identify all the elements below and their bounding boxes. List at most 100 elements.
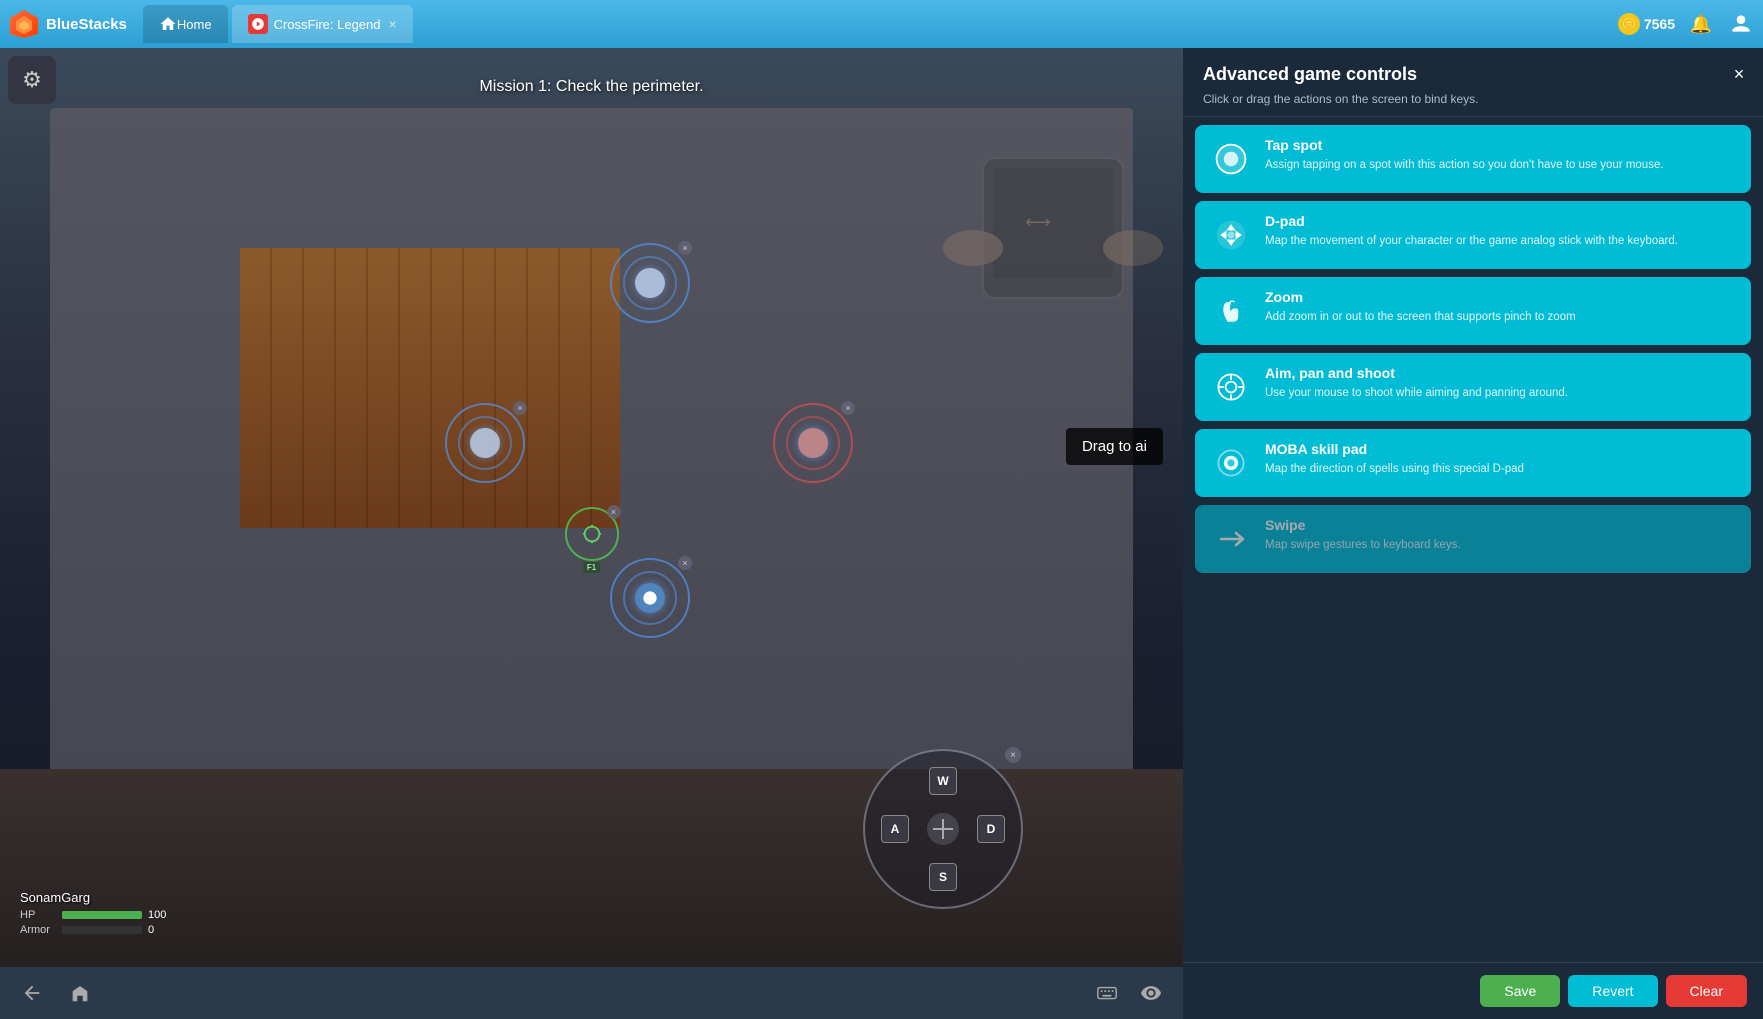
panel-actions: Save Revert Clear [1183,962,1763,1019]
tab-home[interactable]: Home [143,5,228,43]
header-right: 🪙 7565 🔔 [1618,10,1755,38]
hp-bar [62,911,142,919]
tab-crossfire[interactable]: CrossFire: Legend × [232,5,413,43]
dpad-desc: Map the movement of your character or th… [1265,233,1737,249]
control-card-moba[interactable]: MOBA skill pad Map the direction of spel… [1195,429,1751,497]
moba-skill-pad-icon [1209,441,1253,485]
aim-title: Aim, pan and shoot [1265,365,1737,381]
svg-text:⟷: ⟷ [1025,212,1051,232]
aim-pan-shoot-icon [1209,365,1253,409]
tab-crossfire-label: CrossFire: Legend [274,17,381,32]
phone-illustration: ⟷ [923,148,1183,308]
swipe-desc: Map swipe gestures to keyboard keys. [1265,537,1737,553]
controls-list: Tap spot Assign tapping on a spot with t… [1183,117,1763,962]
game-area: ⚙ Mission 1: Check the perimeter. ⟷ × [0,48,1183,1019]
aim-card-text: Aim, pan and shoot Use your mouse to sho… [1265,365,1737,401]
coin-display: 🪙 7565 [1618,13,1675,35]
tap-spot-title: Tap spot [1265,137,1737,153]
bottom-right-controls [1091,977,1167,1009]
container-lines [240,248,620,528]
crossfire-tab-icon [248,14,268,34]
panel-subtitle: Click or drag the actions on the screen … [1203,91,1743,108]
dpad-control[interactable]: × W A D S [863,749,1023,909]
tap-spot-right[interactable]: × [773,403,853,483]
dpad-card-text: D-pad Map the movement of your character… [1265,213,1737,249]
main-content: ⚙ Mission 1: Check the perimeter. ⟷ × [0,48,1763,1019]
bottom-bar [0,967,1183,1019]
moba-card-text: MOBA skill pad Map the direction of spel… [1265,441,1737,477]
control-card-zoom[interactable]: Zoom Add zoom in or out to the screen th… [1195,277,1751,345]
tap-spot-bottom[interactable]: × [610,558,690,638]
app-brand: BlueStacks [46,16,127,33]
zoom-desc: Add zoom in or out to the screen that su… [1265,309,1737,325]
swipe-icon [1209,517,1253,561]
home-button[interactable] [64,977,96,1009]
coin-icon: 🪙 [1618,13,1640,35]
moba-title: MOBA skill pad [1265,441,1737,457]
dpad-center [927,813,959,845]
visibility-button[interactable] [1135,977,1167,1009]
tab-home-label: Home [177,17,212,32]
zoom-title: Zoom [1265,289,1737,305]
notification-bell-icon[interactable]: 🔔 [1687,10,1715,38]
coin-value: 7565 [1644,16,1675,32]
armor-stat-row: Armor 0 [20,924,166,936]
settings-button[interactable]: ⚙ [8,56,56,104]
gear-icon: ⚙ [22,67,42,93]
aim-control[interactable]: × F1 [565,507,619,561]
player-name: SonamGarg [20,890,166,905]
tap-spot-icon [1209,137,1253,181]
remove-tap-spot-top[interactable]: × [678,241,692,255]
hp-fill [62,911,142,919]
drag-to-aim-banner: Drag to ai [1066,428,1163,465]
home-tab-icon [159,15,177,33]
panel-header: Advanced game controls Click or drag the… [1183,48,1763,117]
armor-bar [62,926,142,934]
container-box [240,248,620,528]
remove-tap-spot-left[interactable]: × [513,401,527,415]
right-panel: Advanced game controls Click or drag the… [1183,48,1763,1019]
clear-button[interactable]: Clear [1666,975,1747,1007]
bluestacks-logo [8,8,40,40]
dpad-icon [1209,213,1253,257]
zoom-icon [1209,289,1253,333]
back-button[interactable] [16,977,48,1009]
tap-spot-desc: Assign tapping on a spot with this actio… [1265,157,1737,173]
control-card-dpad[interactable]: D-pad Map the movement of your character… [1195,201,1751,269]
control-card-tap-spot[interactable]: Tap spot Assign tapping on a spot with t… [1195,125,1751,193]
tap-spot-top[interactable]: × [610,243,690,323]
swipe-title: Swipe [1265,517,1737,533]
hp-label: HP [20,909,56,921]
panel-close-button[interactable]: × [1727,62,1751,86]
panel-title: Advanced game controls [1203,64,1743,85]
tap-spot-card-text: Tap spot Assign tapping on a spot with t… [1265,137,1737,173]
hp-stat-row: HP 100 [20,909,166,921]
mission-text: Mission 1: Check the perimeter. [479,78,703,96]
tab-crossfire-close[interactable]: × [389,16,397,32]
aim-label: F1 [583,562,600,573]
hp-value: 100 [148,909,166,921]
tap-spot-left[interactable]: × [445,403,525,483]
moba-desc: Map the direction of spells using this s… [1265,461,1737,477]
zoom-card-text: Zoom Add zoom in or out to the screen th… [1265,289,1737,325]
drag-to-aim-text: Drag to ai [1082,438,1147,455]
swipe-card-text: Swipe Map swipe gestures to keyboard key… [1265,517,1737,553]
dpad-title: D-pad [1265,213,1737,229]
player-info: SonamGarg HP 100 Armor 0 [20,890,166,939]
revert-button[interactable]: Revert [1568,975,1657,1007]
armor-label: Armor [20,924,56,936]
dpad-key-w: W [929,767,957,795]
remove-tap-spot-right[interactable]: × [841,401,855,415]
title-bar: BlueStacks Home CrossFire: Legend × 🪙 75… [0,0,1763,48]
save-button[interactable]: Save [1480,975,1560,1007]
dpad-key-d: D [977,815,1005,843]
remove-tap-spot-bottom[interactable]: × [678,556,692,570]
dpad-key-a: A [881,815,909,843]
control-card-aim[interactable]: Aim, pan and shoot Use your mouse to sho… [1195,353,1751,421]
control-card-swipe[interactable]: Swipe Map swipe gestures to keyboard key… [1195,505,1751,573]
armor-value: 0 [148,924,154,936]
keyboard-button[interactable] [1091,977,1123,1009]
user-avatar-icon[interactable] [1727,10,1755,38]
remove-aim-control[interactable]: × [607,505,621,519]
remove-dpad[interactable]: × [1005,747,1021,763]
